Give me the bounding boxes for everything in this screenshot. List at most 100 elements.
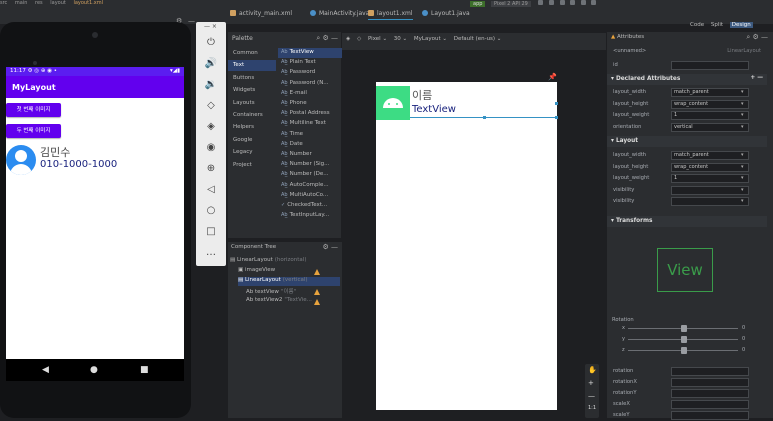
- gear-icon[interactable]: ⚙: [322, 34, 328, 42]
- search-icon[interactable]: ⌕: [316, 34, 320, 42]
- transform-value-field[interactable]: [671, 378, 749, 387]
- collapse-icon[interactable]: —: [188, 17, 195, 25]
- second-image-button[interactable]: 두 번째 이미지: [6, 124, 61, 138]
- device-select[interactable]: Pixel ⌄: [368, 36, 387, 42]
- tab-activity-main[interactable]: activity_main.xml: [230, 10, 292, 20]
- add-remove-icons[interactable]: + —: [750, 75, 763, 81]
- run-icon[interactable]: [538, 0, 544, 5]
- warning-icon[interactable]: [314, 269, 320, 275]
- transforms-section[interactable]: ▾ Transforms: [607, 216, 767, 227]
- sdk-manager-icon[interactable]: [591, 0, 597, 5]
- palette-category[interactable]: Layouts: [228, 98, 276, 109]
- avd-manager-icon[interactable]: [580, 0, 586, 5]
- palette-category[interactable]: Common: [228, 48, 276, 59]
- locale-select[interactable]: Default (en-us) ⌄: [454, 36, 502, 42]
- breadcrumb-item[interactable]: res: [35, 0, 43, 6]
- palette-category[interactable]: Widgets: [228, 85, 276, 96]
- breadcrumb-item[interactable]: layout1.xml: [73, 0, 103, 6]
- pin-icon[interactable]: 📌: [548, 73, 557, 81]
- chevron-down-icon[interactable]: ▾: [741, 101, 744, 107]
- image-view-preview[interactable]: [376, 86, 410, 120]
- nav-back-icon[interactable]: ◀: [42, 365, 49, 375]
- resize-handle[interactable]: [555, 102, 558, 105]
- chevron-down-icon[interactable]: ▾: [741, 112, 744, 118]
- resize-handle[interactable]: [483, 116, 486, 119]
- code-view-button[interactable]: Code: [690, 22, 704, 28]
- first-image-button[interactable]: 첫 번째 이미지: [6, 103, 61, 117]
- palette-item[interactable]: Ab̲ Multiline Text: [278, 119, 342, 129]
- blueprint-icon[interactable]: ◇: [357, 36, 361, 42]
- zoom-out-button[interactable]: —: [588, 392, 595, 400]
- palette-item[interactable]: Ab̲ E-mail: [278, 89, 342, 99]
- layers-icon[interactable]: ◈: [346, 36, 350, 42]
- chevron-down-icon[interactable]: ▾: [741, 164, 744, 170]
- rotate-right-icon[interactable]: ◈: [204, 120, 218, 134]
- palette-item[interactable]: Ab̲ AutoComple...: [278, 181, 342, 191]
- nav-overview-icon[interactable]: ■: [140, 365, 149, 375]
- chevron-down-icon[interactable]: ▾: [741, 198, 744, 204]
- tab-main-activity[interactable]: MainActivity.java: [310, 10, 369, 20]
- volume-up-icon[interactable]: 🔊: [204, 57, 218, 71]
- palette-category[interactable]: Containers: [228, 110, 276, 121]
- nav-home-icon[interactable]: ●: [90, 365, 98, 375]
- chevron-down-icon[interactable]: ▾: [741, 175, 744, 181]
- run-config-select[interactable]: app: [470, 1, 486, 7]
- tree-node[interactable]: Ab textView "이름": [246, 287, 340, 296]
- chevron-down-icon[interactable]: ▾: [741, 152, 744, 158]
- palette-category[interactable]: Buttons: [228, 73, 276, 84]
- breadcrumb-item[interactable]: main: [15, 0, 28, 6]
- attr-value-field[interactable]: match_parent: [671, 151, 749, 160]
- palette-category[interactable]: Legacy: [228, 147, 276, 158]
- rotate-left-icon[interactable]: ◇: [204, 99, 218, 113]
- palette-item[interactable]: Ab̲ Number (Sig...: [278, 160, 342, 170]
- text-view2-preview[interactable]: TextView: [412, 104, 456, 115]
- zoom-in-icon[interactable]: ⊕: [204, 162, 218, 176]
- volume-down-icon[interactable]: 🔉: [204, 78, 218, 92]
- power-icon[interactable]: ⏻: [204, 36, 218, 50]
- overview-icon[interactable]: □: [204, 225, 218, 239]
- palette-item[interactable]: Ab̲ MultiAutoCo...: [278, 191, 342, 201]
- attr-value-field[interactable]: 1: [671, 111, 749, 120]
- attr-value-field[interactable]: [671, 185, 749, 195]
- palette-item[interactable]: Ab̲ Postal Address: [278, 109, 342, 119]
- attr-value-field[interactable]: vertical: [671, 122, 749, 132]
- pan-icon[interactable]: ✋: [588, 366, 597, 374]
- minimize-icon[interactable]: —: [331, 34, 338, 42]
- emulator-window-controls[interactable]: — ×: [204, 23, 217, 30]
- declared-attributes-section[interactable]: ▾ Declared Attributes + —: [607, 74, 767, 85]
- attr-value-field[interactable]: wrap_content: [671, 99, 749, 109]
- profile-icon[interactable]: [559, 0, 565, 5]
- palette-category[interactable]: Text: [228, 60, 276, 72]
- home-icon[interactable]: ○: [204, 204, 218, 218]
- attr-value-field[interactable]: match_parent: [671, 88, 749, 97]
- minimize-icon[interactable]: —: [331, 243, 338, 251]
- palette-item[interactable]: Ab̲ Number: [278, 150, 342, 160]
- palette-category[interactable]: Google: [228, 135, 276, 146]
- palette-item[interactable]: Ab̲ Password: [278, 68, 342, 78]
- text-view-name-preview[interactable]: 이름: [412, 87, 432, 103]
- palette-item[interactable]: Ab̲ Time: [278, 130, 342, 140]
- attr-value-field[interactable]: [671, 197, 749, 206]
- warning-icon[interactable]: [314, 289, 320, 295]
- transform-value-field[interactable]: [671, 389, 749, 398]
- gear-icon[interactable]: ⚙: [752, 33, 758, 41]
- search-icon[interactable]: ⌕: [746, 33, 750, 41]
- layout-section[interactable]: ▾ Layout: [607, 136, 767, 147]
- device-preview[interactable]: 이름 TextView: [376, 82, 558, 410]
- palette-category[interactable]: Helpers: [228, 122, 276, 133]
- design-view-button[interactable]: Design: [729, 22, 753, 28]
- resize-handle[interactable]: [555, 116, 558, 119]
- breadcrumb-item[interactable]: src: [0, 0, 7, 6]
- split-view-button[interactable]: Split: [711, 22, 723, 28]
- gear-icon[interactable]: ⚙: [322, 243, 328, 251]
- phone-screen[interactable]: 11:17 ⚙ ◎ ⊕ ◉ • ▾◢▮ MyLayout 첫 번째 이미지 두 …: [6, 67, 184, 359]
- camera-icon[interactable]: ◉: [204, 141, 218, 155]
- zoom-reset-button[interactable]: 1:1: [588, 405, 596, 411]
- device-select[interactable]: Pixel 2 API 29: [491, 1, 531, 7]
- palette-item[interactable]: Ab̲ Number (De...: [278, 170, 342, 180]
- sync-icon[interactable]: [570, 0, 576, 5]
- more-icon[interactable]: …: [204, 246, 218, 260]
- back-icon[interactable]: ◁: [204, 183, 218, 197]
- slider-knob[interactable]: [681, 325, 687, 332]
- chevron-down-icon[interactable]: ▾: [741, 187, 744, 193]
